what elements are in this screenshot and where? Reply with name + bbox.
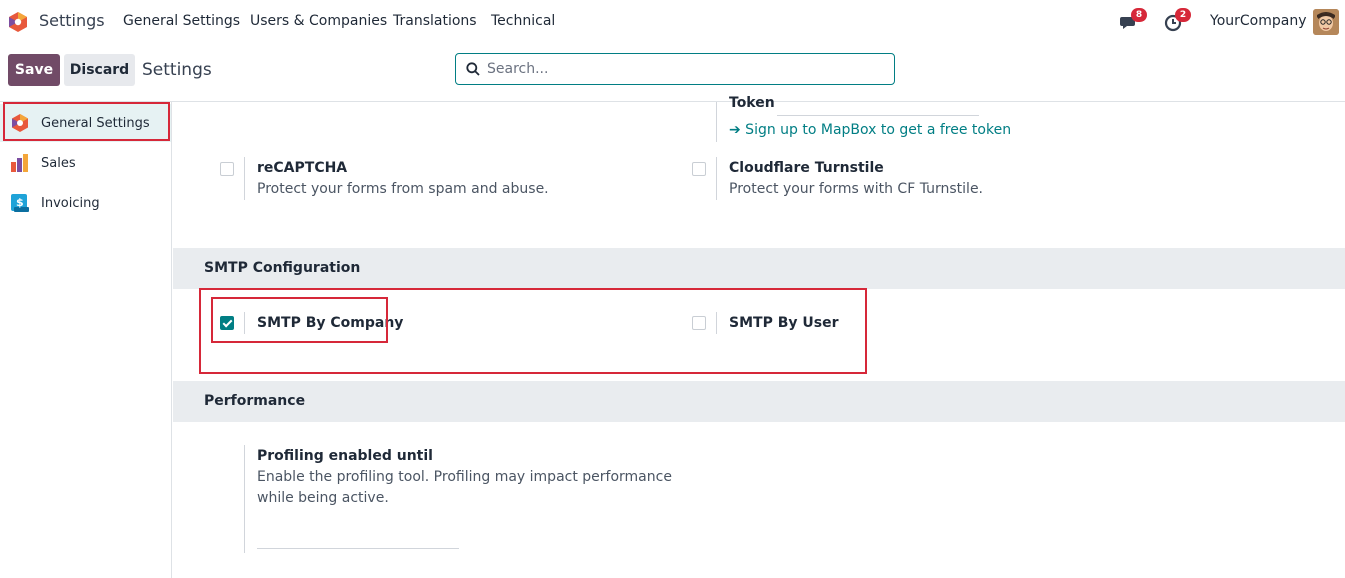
settings-app-logo-icon[interactable] <box>8 11 28 33</box>
setting-divider <box>244 157 245 200</box>
profiling-title: Profiling enabled until <box>257 448 433 464</box>
company-switcher[interactable]: YourCompany <box>1210 13 1307 29</box>
sidebar-item-general-settings[interactable]: General Settings <box>0 104 171 142</box>
messages-count-badge: 8 <box>1131 8 1147 22</box>
profiling-description-line1: Enable the profiling tool. Profiling may… <box>257 469 672 485</box>
profiling-description-line2: while being active. <box>257 490 389 506</box>
setting-divider <box>716 157 717 200</box>
menu-general-settings[interactable]: General Settings <box>123 13 240 29</box>
save-button[interactable]: Save <box>8 54 60 86</box>
control-panel: Save Discard Settings <box>0 44 1345 102</box>
menu-technical[interactable]: Technical <box>491 13 555 29</box>
turnstile-title: Cloudflare Turnstile <box>729 160 884 176</box>
smtp-section-title: SMTP Configuration <box>204 260 361 276</box>
sales-app-icon <box>11 154 28 172</box>
activities-count-badge: 2 <box>1175 8 1191 22</box>
invoicing-app-icon: $ <box>11 194 29 212</box>
recaptcha-checkbox[interactable] <box>220 162 234 176</box>
smtp-section-header: SMTP Configuration <box>173 248 1345 289</box>
sidebar-item-sales[interactable]: Sales <box>0 144 171 182</box>
app-title[interactable]: Settings <box>39 11 105 30</box>
highlight-smtp-options <box>199 288 867 374</box>
messages-button[interactable]: 8 <box>1120 8 1147 32</box>
smtp-by-user-checkbox[interactable] <box>692 316 706 330</box>
setting-divider <box>244 312 245 334</box>
sidebar-item-invoicing[interactable]: $ Invoicing <box>0 184 171 222</box>
menu-users-companies[interactable]: Users & Companies <box>250 13 387 29</box>
smtp-by-company-title: SMTP By Company <box>257 315 404 331</box>
mapbox-signup-link[interactable]: ➔ Sign up to MapBox to get a free token <box>729 122 1011 138</box>
sidebar-item-label: Sales <box>41 155 76 171</box>
setting-divider <box>716 312 717 334</box>
recaptcha-title: reCAPTCHA <box>257 160 348 176</box>
token-label: Token <box>729 95 775 111</box>
performance-section-header: Performance <box>173 381 1345 422</box>
menu-translations[interactable]: Translations <box>393 13 477 29</box>
activities-button[interactable]: 2 <box>1164 8 1191 32</box>
sidebar-item-label: General Settings <box>41 115 150 131</box>
svg-text:$: $ <box>16 196 24 209</box>
discard-button[interactable]: Discard <box>64 54 135 86</box>
setting-divider <box>244 445 245 553</box>
token-field[interactable] <box>777 115 979 116</box>
search-icon <box>466 62 480 76</box>
search-input[interactable] <box>487 58 877 80</box>
smtp-by-company-checkbox[interactable] <box>220 316 234 330</box>
settings-sidebar: General Settings Sales $ Invoicing <box>0 102 172 578</box>
performance-section-title: Performance <box>204 393 306 409</box>
settings-app-icon <box>12 114 28 132</box>
recaptcha-description: Protect your forms from spam and abuse. <box>257 181 549 197</box>
top-navbar: Settings General Settings Users & Compan… <box>0 0 1345 44</box>
turnstile-checkbox[interactable] <box>692 162 706 176</box>
user-avatar[interactable] <box>1313 9 1339 35</box>
search-bar[interactable] <box>455 53 895 85</box>
breadcrumb-title: Settings <box>142 60 212 80</box>
profiling-date-field[interactable] <box>257 548 459 549</box>
sidebar-item-label: Invoicing <box>41 195 100 211</box>
smtp-by-user-title: SMTP By User <box>729 315 839 331</box>
user-avatar-icon <box>1313 9 1339 35</box>
settings-content: Token ➔ Sign up to MapBox to get a free … <box>173 95 1345 578</box>
setting-divider <box>716 102 717 142</box>
turnstile-description: Protect your forms with CF Turnstile. <box>729 181 984 197</box>
